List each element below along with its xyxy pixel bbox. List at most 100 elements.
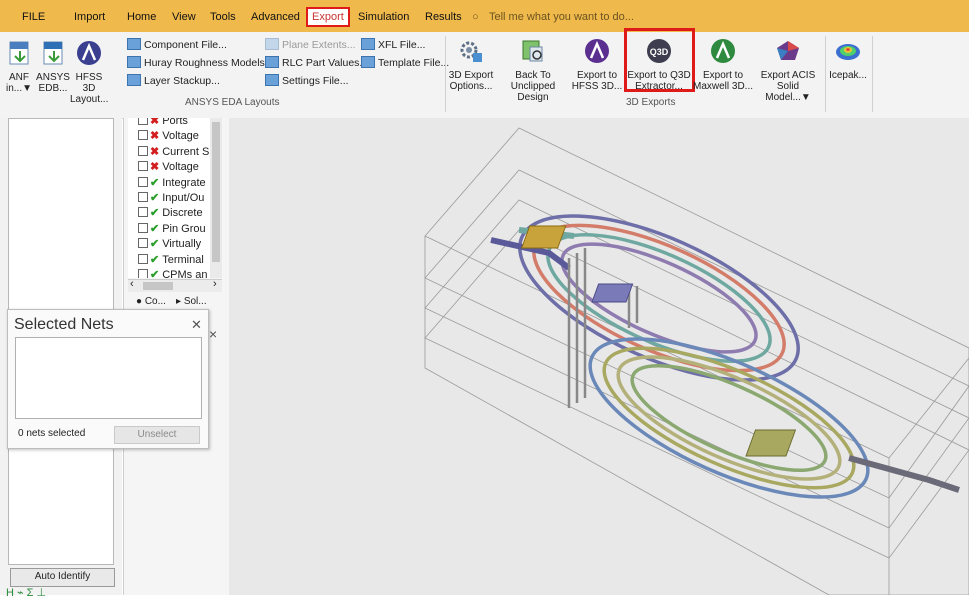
tree-item[interactable]: ✔ Input/Ou xyxy=(138,191,204,206)
checkbox[interactable] xyxy=(138,207,148,218)
ansys-edb-label: ANSYS EDB... xyxy=(36,72,70,94)
group-separator xyxy=(445,36,446,112)
tab-components[interactable]: ● Co... xyxy=(136,296,166,307)
checkmark-icon: ✔ xyxy=(150,238,160,251)
icepak-button[interactable]: Icepak... xyxy=(827,38,869,81)
acis-solid-icon xyxy=(777,41,799,60)
tab-simulation[interactable]: Simulation xyxy=(358,9,409,25)
checkbox[interactable] xyxy=(138,130,148,141)
nets-count-text: 0 nets selected xyxy=(18,428,86,439)
xfl-file-item[interactable]: XFL File... xyxy=(361,36,425,54)
gear-icon xyxy=(460,41,482,62)
checkbox[interactable] xyxy=(138,118,148,125)
ansys-logo-icon xyxy=(77,41,101,65)
3d-viewport[interactable] xyxy=(229,118,969,595)
group-separator xyxy=(872,36,873,112)
tree-item[interactable]: ✖ Ports xyxy=(138,118,188,129)
tree-item[interactable]: ✔ Virtually xyxy=(138,237,201,252)
error-x-icon: ✖ xyxy=(150,118,160,127)
huray-roughness-item[interactable]: Huray Roughness Models... xyxy=(127,54,274,72)
auto-identify-button[interactable]: Auto Identify xyxy=(10,568,115,587)
dialog-title: Selected Nets xyxy=(14,316,114,333)
checkbox[interactable] xyxy=(138,176,148,187)
excitations-tree: ✖ Ports ✖ Voltage ✖ Current S ✖ Voltage ✔ Integra… xyxy=(128,118,210,278)
scroll-thumb[interactable] xyxy=(212,122,220,262)
selected-nets-list[interactable] xyxy=(15,337,202,419)
tab-export[interactable]: Export xyxy=(306,7,350,27)
tree-vertical-scrollbar[interactable] xyxy=(210,118,222,278)
scroll-right-icon[interactable]: › xyxy=(213,278,217,290)
3d-exports-group-label: 3D Exports xyxy=(626,97,676,108)
checkbox[interactable] xyxy=(138,238,148,249)
close-icon[interactable]: ✕ xyxy=(191,317,202,333)
scroll-thumb[interactable] xyxy=(143,282,173,290)
checkbox[interactable] xyxy=(138,253,148,264)
tree-item[interactable]: ✔ Discrete xyxy=(138,206,203,221)
export-acis-label: Export ACIS Solid Model...▼ xyxy=(760,70,816,103)
checkbox[interactable] xyxy=(138,269,148,278)
export-to-hfss-3d-label: Export to HFSS 3D... xyxy=(571,70,623,92)
tree-item[interactable]: ✖ Voltage xyxy=(138,160,199,175)
tab-advanced[interactable]: Advanced xyxy=(251,9,300,25)
checkbox[interactable] xyxy=(138,192,148,202)
layer-stackup-item[interactable]: Layer Stackup... xyxy=(127,72,220,90)
export-to-hfss-3d-button[interactable]: Export to HFSS 3D... xyxy=(569,38,625,92)
checkbox[interactable] xyxy=(138,145,148,156)
tab-file[interactable]: FILE xyxy=(22,9,45,25)
anf-import-button[interactable]: ANF in...▼ xyxy=(2,40,36,94)
component-file-item[interactable]: Component File... xyxy=(127,36,227,54)
checkbox[interactable] xyxy=(138,222,148,233)
tree-item-label: Virtually xyxy=(162,238,202,251)
lightbulb-icon: ○ xyxy=(472,11,479,23)
close-icon[interactable]: × xyxy=(209,326,217,342)
tell-me-search[interactable]: Tell me what you want to do... xyxy=(489,9,634,25)
tab-solution-label: Sol... xyxy=(183,296,207,307)
tree-item[interactable]: ✔ Terminal xyxy=(138,253,204,268)
tab-tools[interactable]: Tools xyxy=(210,9,236,25)
hfss-3d-layout-button[interactable]: HFSS 3D Layout... xyxy=(70,40,108,105)
template-file-icon xyxy=(361,56,375,68)
3d-export-options-button[interactable]: 3D Export Options... xyxy=(448,38,494,92)
component-file-label: Component File... xyxy=(144,39,227,51)
tree-item-label: Voltage xyxy=(162,130,199,143)
tree-item[interactable]: ✔ CPMs an xyxy=(138,268,207,278)
anf-label: ANF in...▼ xyxy=(5,72,32,94)
export-to-maxwell-3d-button[interactable]: Export to Maxwell 3D... xyxy=(693,38,753,92)
ribbon-tab-bar: FILE Import Home View Tools Advanced Exp… xyxy=(0,0,969,32)
checkmark-icon: ✔ xyxy=(150,253,160,266)
group-separator xyxy=(825,36,826,112)
checkbox[interactable] xyxy=(138,161,148,172)
plane-extents-item[interactable]: Plane Extents... xyxy=(265,36,356,54)
rlc-part-values-item[interactable]: RLC Part Values... xyxy=(265,54,368,72)
back-to-unclipped-button[interactable]: Back To Unclipped Design xyxy=(496,38,570,103)
export-acis-solid-model-button[interactable]: Export ACIS Solid Model...▼ xyxy=(755,38,821,103)
hfss-3d-layout-label: HFSS 3D Layout... xyxy=(70,72,109,105)
scroll-left-icon[interactable]: ‹ xyxy=(130,278,134,290)
layer-stackup-label: Layer Stackup... xyxy=(144,75,220,87)
selected-nets-dialog: Selected Nets ✕ 0 nets selected Unselect xyxy=(7,309,209,449)
tab-import[interactable]: Import xyxy=(74,9,105,25)
ribbon: ANF in...▼ ANSYS EDB... HFSS 3D Layout..… xyxy=(0,28,969,119)
rlc-part-label: RLC Part Values... xyxy=(282,57,369,69)
settings-file-item[interactable]: Settings File... xyxy=(265,72,349,90)
xfl-file-label: XFL File... xyxy=(378,39,426,51)
clipped-design-icon xyxy=(522,40,543,62)
tree-item[interactable]: ✔ Pin Grou xyxy=(138,222,206,237)
tree-item[interactable]: ✔ Integrate xyxy=(138,176,206,191)
bottom-tab-icons[interactable]: H ⌁ Σ ⊥ xyxy=(6,586,46,599)
template-file-item[interactable]: Template File... xyxy=(361,54,449,72)
tab-home[interactable]: Home xyxy=(127,9,156,25)
xfl-file-icon xyxy=(361,38,375,50)
tab-view[interactable]: View xyxy=(172,9,196,25)
component-file-icon xyxy=(127,38,141,50)
tree-horizontal-scrollbar[interactable]: ‹ › xyxy=(128,278,222,292)
tree-item-label: Integrate xyxy=(162,176,206,189)
tree-item[interactable]: ✖ Current S xyxy=(138,145,209,160)
tree-item[interactable]: ✖ Voltage xyxy=(138,129,199,144)
tab-results[interactable]: Results xyxy=(425,9,462,25)
tab-solution[interactable]: ▸ Sol... xyxy=(176,296,207,307)
checkmark-icon: ✔ xyxy=(150,207,160,220)
ansys-edb-button[interactable]: ANSYS EDB... xyxy=(36,40,70,94)
unselect-button[interactable]: Unselect xyxy=(114,426,200,444)
template-file-label: Template File... xyxy=(378,57,450,69)
